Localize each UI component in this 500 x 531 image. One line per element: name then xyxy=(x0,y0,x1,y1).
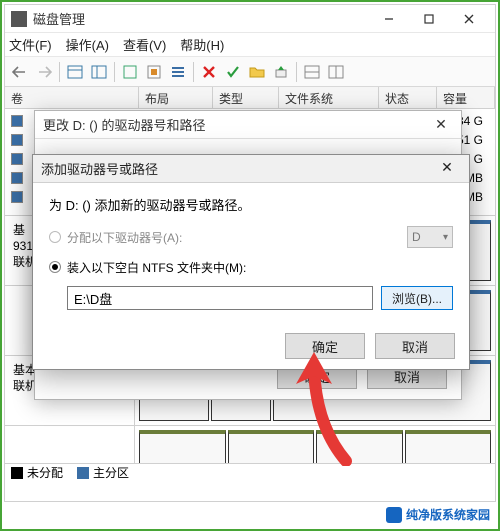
menu-action[interactable]: 操作(A) xyxy=(66,35,109,54)
window-buttons xyxy=(369,7,489,31)
radio-icon xyxy=(49,261,61,273)
col-fs[interactable]: 文件系统 xyxy=(279,87,379,108)
menu-help[interactable]: 帮助(H) xyxy=(180,35,224,54)
menu-view[interactable]: 查看(V) xyxy=(123,35,166,54)
dialog-prompt: 为 D: () 添加新的驱动器号或路径。 xyxy=(49,195,453,214)
chevron-down-icon: ▾ xyxy=(443,232,448,243)
legend-primary: 主分区 xyxy=(77,464,129,481)
minimize-button[interactable] xyxy=(369,7,409,31)
list-header: 卷 布局 类型 文件系统 状态 容量 xyxy=(5,87,495,109)
dialog-titlebar: 更改 D: () 的驱动器号和路径 ✕ xyxy=(35,111,461,139)
maximize-button[interactable] xyxy=(409,7,449,31)
legend-unallocated: 未分配 xyxy=(11,464,63,481)
panel3-icon[interactable] xyxy=(301,61,323,83)
partition[interactable] xyxy=(405,430,492,463)
col-type[interactable]: 类型 xyxy=(213,87,279,108)
radio-label: 分配以下驱动器号(A): xyxy=(67,229,182,246)
close-icon[interactable]: ✕ xyxy=(429,116,453,133)
col-volume[interactable]: 卷 xyxy=(5,87,139,108)
col-layout[interactable]: 布局 xyxy=(139,87,213,108)
drive-letter-combo: D ▾ xyxy=(407,226,453,248)
watermark-logo-icon xyxy=(386,507,402,523)
close-icon[interactable]: ✕ xyxy=(433,159,461,179)
toolbar xyxy=(5,57,495,87)
dialog-titlebar: 添加驱动器号或路径 ✕ xyxy=(33,155,469,183)
col-capacity[interactable]: 容量 xyxy=(437,87,495,108)
mount-path-input[interactable] xyxy=(67,286,373,310)
disk-partitions xyxy=(135,426,495,463)
panel4-icon[interactable] xyxy=(325,61,347,83)
dialog-title: 添加驱动器号或路径 xyxy=(41,159,433,178)
disk-row xyxy=(5,426,495,463)
volume-icon xyxy=(11,115,23,127)
panel2-icon[interactable] xyxy=(88,61,110,83)
watermark-text: 纯净版系统家园 xyxy=(406,506,490,523)
partition[interactable] xyxy=(316,430,403,463)
combo-value: D xyxy=(412,230,421,244)
list-icon[interactable] xyxy=(167,61,189,83)
col-status[interactable]: 状态 xyxy=(379,87,437,108)
seek-up-icon[interactable] xyxy=(270,61,292,83)
partition[interactable] xyxy=(139,430,226,463)
volume-icon xyxy=(11,191,23,203)
ok-button[interactable]: 确定 xyxy=(285,333,365,359)
forward-icon[interactable] xyxy=(33,61,55,83)
titlebar: 磁盘管理 xyxy=(5,5,495,33)
radio-label: 装入以下空白 NTFS 文件夹中(M): xyxy=(67,259,246,276)
window-title: 磁盘管理 xyxy=(33,9,369,28)
dialog-title: 更改 D: () 的驱动器号和路径 xyxy=(43,115,429,134)
panel1-icon[interactable] xyxy=(64,61,86,83)
menu-file[interactable]: 文件(F) xyxy=(9,35,52,54)
cancel-button[interactable]: 取消 xyxy=(375,333,455,359)
refresh-icon[interactable] xyxy=(119,61,141,83)
partition[interactable] xyxy=(228,430,315,463)
legend: 未分配 主分区 xyxy=(5,463,495,481)
folder-icon[interactable] xyxy=(246,61,268,83)
radio-icon xyxy=(49,231,61,243)
close-button[interactable] xyxy=(449,7,489,31)
volume-icon xyxy=(11,153,23,165)
volume-icon xyxy=(11,172,23,184)
browse-button[interactable]: 浏览(B)... xyxy=(381,286,453,310)
add-drive-path-dialog: 添加驱动器号或路径 ✕ 为 D: () 添加新的驱动器号或路径。 分配以下驱动器… xyxy=(32,154,470,370)
back-icon[interactable] xyxy=(9,61,31,83)
watermark: 纯净版系统家园 xyxy=(386,506,490,523)
swatch-blue-icon xyxy=(77,467,89,479)
check-icon[interactable] xyxy=(222,61,244,83)
menubar: 文件(F) 操作(A) 查看(V) 帮助(H) xyxy=(5,33,495,57)
delete-icon[interactable] xyxy=(198,61,220,83)
disk-info xyxy=(5,426,135,463)
disk-mgmt-icon xyxy=(11,11,27,27)
volume-icon xyxy=(11,134,23,146)
radio-assign-letter[interactable]: 分配以下驱动器号(A): D ▾ xyxy=(49,226,453,248)
properties-icon[interactable] xyxy=(143,61,165,83)
swatch-black-icon xyxy=(11,467,23,479)
radio-mount-folder[interactable]: 装入以下空白 NTFS 文件夹中(M): xyxy=(49,256,453,278)
